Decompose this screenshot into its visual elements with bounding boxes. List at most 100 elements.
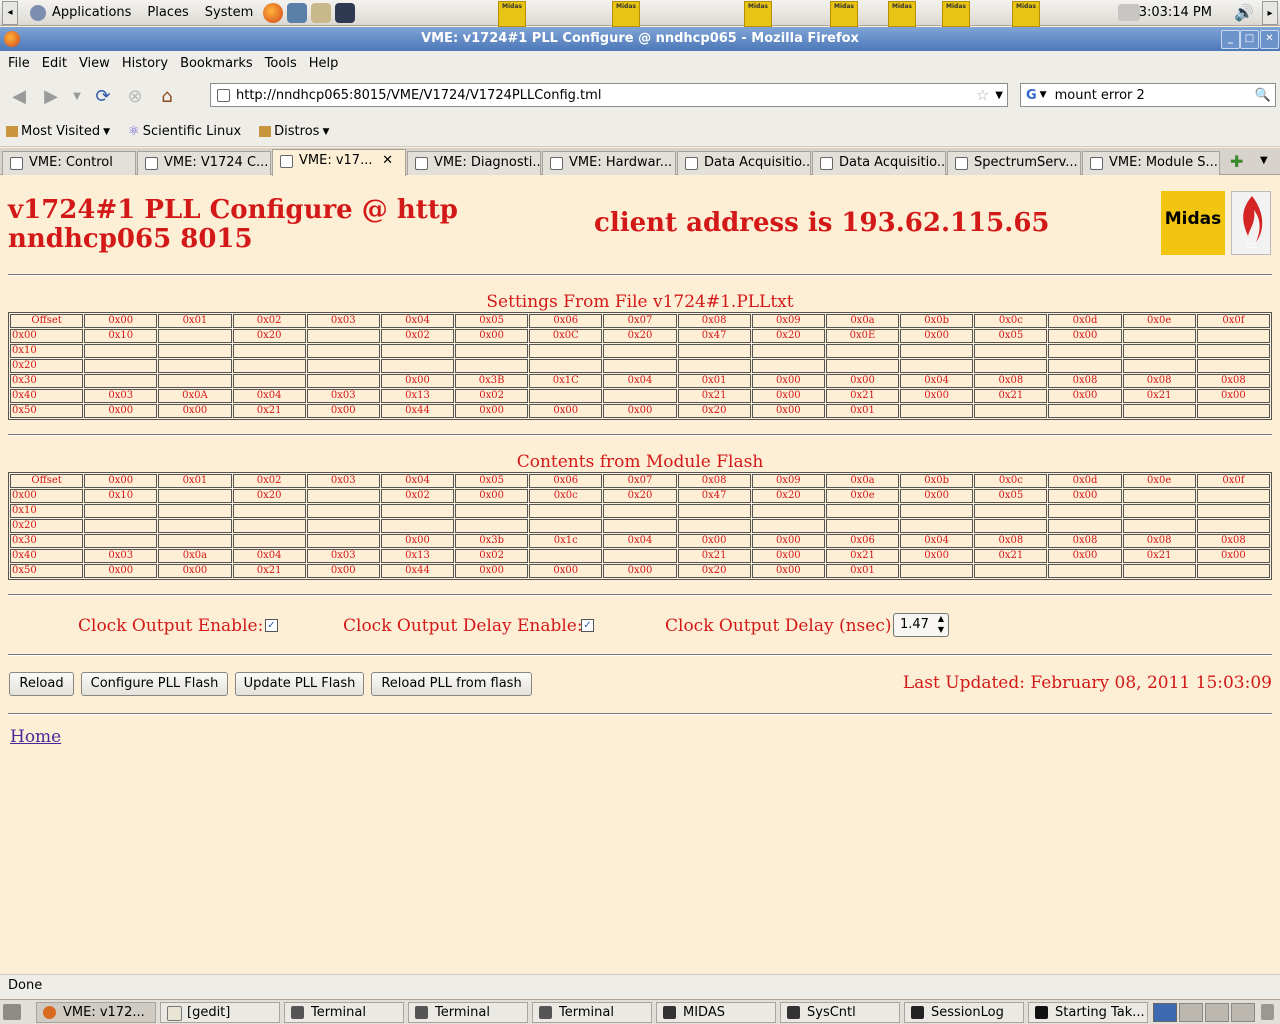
table-cell: 0x00 — [84, 404, 158, 418]
search-bar[interactable]: G ▼ mount error 2 🔍 — [1020, 83, 1276, 107]
close-tab-icon[interactable]: ✕ — [382, 150, 393, 172]
bookmark-distros[interactable]: Distros ▼ — [259, 124, 329, 139]
url-bar[interactable]: http://nndhcp065:8015/VME/V1724/V1724PLL… — [210, 83, 1008, 107]
taskbar-item-starting-task[interactable]: Starting Tak... — [1028, 1002, 1148, 1023]
menu-bookmarks[interactable]: Bookmarks — [174, 56, 259, 71]
table-cell — [1048, 519, 1122, 533]
table-header-cell: 0x09 — [751, 474, 825, 488]
workspace-2[interactable] — [1179, 1003, 1203, 1022]
menu-tools[interactable]: Tools — [259, 56, 303, 71]
table-cell — [1196, 489, 1270, 503]
table-cell — [974, 344, 1048, 358]
bookmark-most-visited[interactable]: Most Visited ▼ — [6, 124, 110, 139]
taskbar-item-midas[interactable]: MIDAS — [656, 1002, 776, 1023]
url-dropdown-icon[interactable]: ▼ — [995, 90, 1003, 101]
search-icon[interactable]: 🔍 — [1255, 88, 1271, 103]
firefox-window-icon[interactable] — [4, 31, 20, 47]
google-engine-icon[interactable]: G — [1026, 88, 1037, 103]
clock-output-enable-checkbox[interactable]: ✓ — [265, 619, 278, 632]
midas-applet-icon[interactable]: Midas — [612, 1, 640, 27]
workspace-1[interactable] — [1153, 1003, 1177, 1022]
table-cell — [1196, 359, 1270, 373]
reload-icon[interactable]: ⟳ — [90, 83, 116, 109]
reload-button[interactable]: Reload — [9, 672, 74, 696]
maximize-button[interactable]: □ — [1240, 30, 1259, 49]
taskbar-item-gedit[interactable]: [gedit] — [160, 1002, 280, 1023]
row-offset-cell: 0x30 — [10, 534, 84, 548]
panel-scroll-right-button[interactable]: ▸ — [1262, 1, 1278, 25]
home-icon[interactable]: ⌂ — [154, 83, 180, 109]
menu-edit[interactable]: Edit — [36, 56, 73, 71]
history-dropdown-icon[interactable]: ▼ — [70, 83, 84, 109]
workspace-3[interactable] — [1205, 1003, 1229, 1022]
system-menu[interactable]: System — [197, 5, 261, 20]
site-identity-icon[interactable] — [217, 88, 230, 102]
applications-menu[interactable]: Applications — [20, 4, 139, 21]
back-arrow-icon[interactable]: ◀ — [6, 83, 32, 109]
network-launcher-icon[interactable] — [287, 2, 308, 23]
menu-view[interactable]: View — [73, 56, 116, 71]
minimize-button[interactable]: _ — [1221, 30, 1240, 49]
tab-pll-configure[interactable]: VME: v17... ✕ — [272, 149, 406, 176]
menu-history[interactable]: History — [116, 56, 174, 71]
menu-file[interactable]: File — [2, 56, 36, 71]
clock-output-delay-enable-checkbox[interactable]: ✓ — [581, 619, 594, 632]
spinner-arrows-icon[interactable]: ▲ ▼ — [938, 613, 944, 635]
midas-applet-icon[interactable]: Midas — [498, 1, 526, 27]
firefox-launcher-icon[interactable] — [263, 2, 284, 23]
tab-data-acquisition-1[interactable]: Data Acquisitio... — [677, 151, 811, 175]
tab-list-dropdown-icon[interactable]: ▼ — [1260, 155, 1268, 166]
midas-applet-icon[interactable]: Midas — [888, 1, 916, 27]
tab-vme-control[interactable]: VME: Control — [2, 151, 136, 175]
midas-applet-icon[interactable]: Midas — [942, 1, 970, 27]
new-tab-plus-icon[interactable]: ✚ — [1230, 152, 1243, 171]
midas-applet-icon[interactable]: Midas — [744, 1, 772, 27]
taskbar-item-terminal-3[interactable]: Terminal — [532, 1002, 652, 1023]
mail-launcher-icon[interactable] — [311, 2, 332, 23]
tab-vme-hardware[interactable]: VME: Hardwar... — [542, 151, 676, 175]
close-window-button[interactable]: ✕ — [1260, 30, 1279, 49]
window-titlebar[interactable]: VME: v1724#1 PLL Configure @ nndhcp065 -… — [0, 27, 1280, 51]
page-icon — [10, 157, 23, 170]
stop-icon[interactable]: ⊗ — [122, 83, 148, 109]
search-input[interactable]: mount error 2 — [1047, 88, 1255, 103]
configure-pll-flash-button[interactable]: Configure PLL Flash — [81, 672, 228, 696]
trash-icon[interactable] — [1261, 1004, 1274, 1020]
tab-vme-v1724-control[interactable]: VME: V1724 C... — [137, 151, 271, 175]
tab-vme-diagnostics[interactable]: VME: Diagnosti... — [407, 151, 541, 175]
tab-data-acquisition-2[interactable]: Data Acquisitio... — [812, 151, 946, 175]
taskbar-item-terminal-1[interactable]: Terminal — [284, 1002, 404, 1023]
show-desktop-icon[interactable] — [3, 1004, 21, 1020]
reload-pll-from-flash-button[interactable]: Reload PLL from flash — [371, 672, 532, 696]
bookmark-star-icon[interactable]: ☆ — [976, 86, 989, 104]
taskbar-item-terminal-2[interactable]: Terminal — [408, 1002, 528, 1023]
search-engine-dropdown-icon[interactable]: ▼ — [1040, 90, 1047, 100]
panel-clock[interactable]: 3:03:14 PM — [1139, 5, 1212, 20]
update-pll-flash-button[interactable]: Update PLL Flash — [235, 672, 364, 696]
bookmark-scientific-linux[interactable]: ⚛ Scientific Linux — [128, 124, 241, 139]
terminal-launcher-icon[interactable] — [335, 2, 356, 23]
forward-arrow-icon[interactable]: ▶ — [38, 83, 64, 109]
table-cell: 0x20 — [603, 489, 677, 503]
tab-vme-module-status[interactable]: VME: Module S... — [1082, 151, 1220, 175]
page-icon — [955, 157, 968, 170]
midas-applet-icon[interactable]: Midas — [830, 1, 858, 27]
midas-applet-icon[interactable]: Midas — [1012, 1, 1040, 27]
table-cell — [158, 329, 232, 343]
row-offset-cell: 0x40 — [10, 549, 84, 563]
taskbar-item-sessionlog[interactable]: SessionLog — [904, 1002, 1024, 1023]
tab-spectrum-server[interactable]: SpectrumServ... — [947, 151, 1081, 175]
table-cell — [751, 359, 825, 373]
taskbar-item-syscntl[interactable]: SysCntl — [780, 1002, 900, 1023]
workspace-4[interactable] — [1231, 1003, 1255, 1022]
taskbar-item-firefox[interactable]: VME: v172... — [36, 1002, 156, 1023]
volume-icon[interactable]: 🔊 — [1234, 3, 1254, 22]
page-icon — [685, 157, 698, 170]
home-link[interactable]: Home — [10, 727, 61, 747]
printer-icon[interactable] — [1118, 4, 1140, 21]
panel-scroll-left-button[interactable]: ◂ — [2, 0, 18, 25]
places-menu[interactable]: Places — [139, 5, 196, 20]
menu-help[interactable]: Help — [303, 56, 345, 71]
url-text[interactable]: http://nndhcp065:8015/VME/V1724/V1724PLL… — [230, 88, 976, 103]
clock-output-delay-select[interactable]: 1.47 ▲ ▼ — [893, 613, 949, 637]
